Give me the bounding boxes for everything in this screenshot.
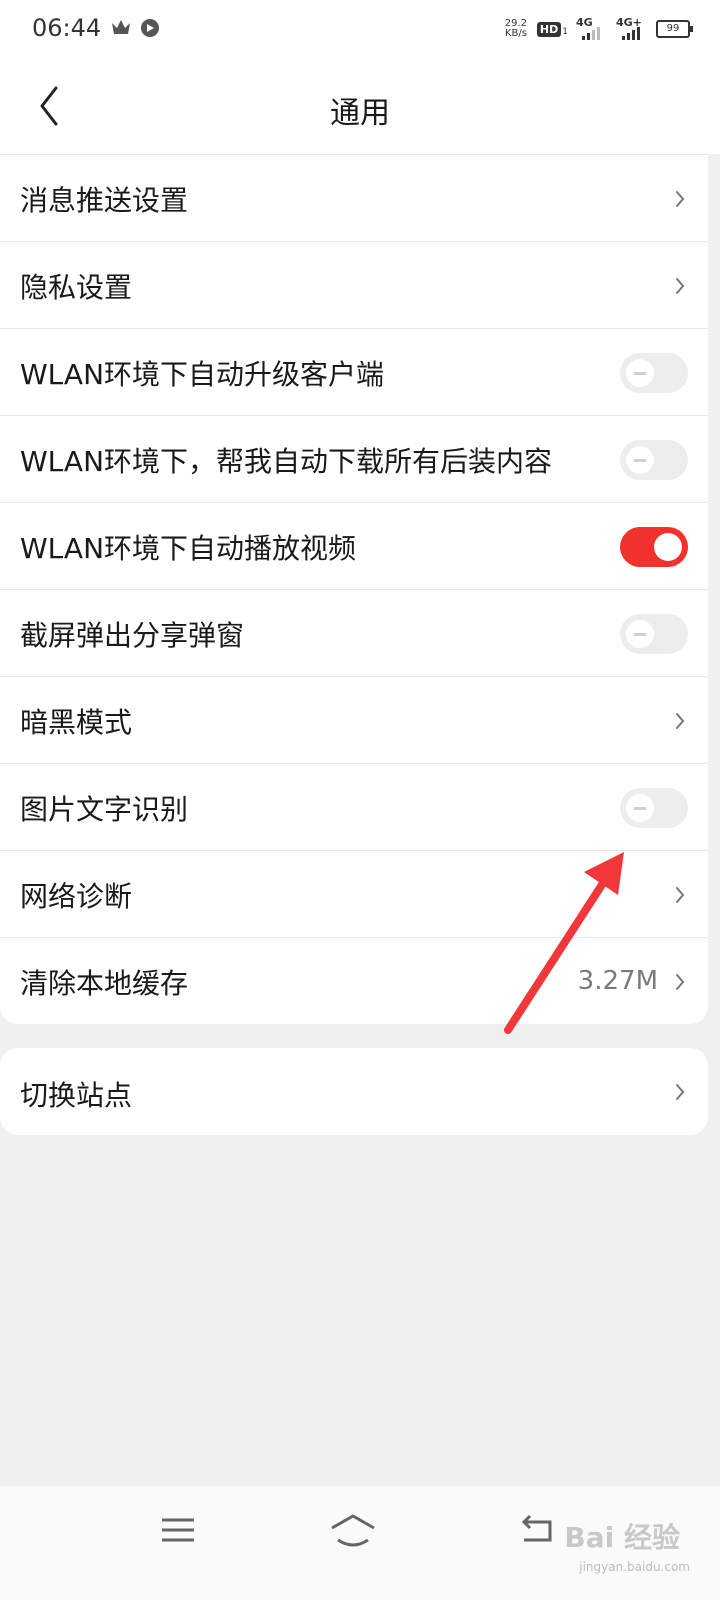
- toggle-knob: [626, 359, 654, 387]
- wlan-auto-upgrade-toggle[interactable]: [620, 353, 688, 393]
- setting-label: 网络诊断: [20, 880, 133, 913]
- chevron-right-icon: [676, 1084, 685, 1100]
- status-right-group: 29.2 KB/s HD 1 4G 4G+ 99: [503, 14, 693, 44]
- image-text-recognition-toggle[interactable]: [620, 788, 688, 828]
- setting-network-diagnosis[interactable]: 网络诊断: [0, 850, 708, 937]
- setting-wlan-autoplay-video: WLAN环境下自动播放视频: [0, 502, 708, 589]
- hd-badge: HD: [536, 21, 562, 37]
- toggle-knob: [626, 794, 654, 822]
- watermark-logo: Bai 经验: [564, 1521, 680, 1554]
- setting-wlan-auto-upgrade: WLAN环境下自动升级客户端: [0, 328, 708, 415]
- setting-switch-site[interactable]: 切换站点: [0, 1048, 708, 1135]
- setting-label: 暗黑模式: [20, 706, 133, 739]
- wlan-auto-download-toggle[interactable]: [620, 440, 688, 480]
- network-speed: 29.2 KB/s: [503, 19, 529, 39]
- screenshot-share-toggle[interactable]: [620, 614, 688, 654]
- network-speed-unit: KB/s: [504, 28, 527, 39]
- signal-sim2: 4G+: [616, 16, 648, 42]
- watermark-url: jingyan.baidu.com: [579, 1560, 690, 1574]
- signal-bars-icon: [622, 27, 640, 40]
- hd-indicator: HD 1: [536, 21, 568, 37]
- menu-icon[interactable]: [158, 1512, 198, 1548]
- chevron-right-icon: [676, 887, 685, 903]
- setting-clear-cache[interactable]: 清除本地缓存 3.27M: [0, 937, 708, 1024]
- signal-sim1: 4G: [576, 16, 608, 42]
- battery-icon: 99: [656, 20, 693, 38]
- app-notification-icon: [141, 19, 159, 37]
- settings-list: 消息推送设置 隐私设置 WLAN环境下自动升级客户端 WLAN环境下，帮我自动下…: [0, 154, 708, 1024]
- setting-image-text-recognition: 图片文字识别: [0, 763, 708, 850]
- chevron-right-icon: [676, 974, 685, 990]
- status-bar: 06:44 29.2 KB/s HD 1 4G 4G+ 99: [0, 0, 720, 58]
- setting-label: WLAN环境下，帮我自动下载所有后装内容: [20, 445, 553, 478]
- setting-label: 清除本地缓存: [20, 967, 189, 1000]
- setting-label: 消息推送设置: [20, 184, 189, 217]
- setting-label: WLAN环境下自动升级客户端: [20, 358, 385, 391]
- signal-bars-icon: [582, 27, 600, 40]
- back-nav-icon[interactable]: [516, 1510, 560, 1550]
- cache-size-value: 3.27M: [577, 966, 658, 996]
- status-time: 06:44: [32, 14, 102, 42]
- setting-label: 切换站点: [20, 1079, 133, 1112]
- setting-label: 隐私设置: [20, 271, 133, 304]
- toggle-knob: [626, 446, 654, 474]
- chevron-right-icon: [676, 191, 685, 207]
- hd-sim-number: 1: [562, 26, 568, 37]
- setting-label: WLAN环境下自动播放视频: [20, 532, 357, 565]
- chevron-right-icon: [676, 278, 685, 294]
- setting-label: 图片文字识别: [20, 793, 189, 826]
- wlan-autoplay-video-toggle[interactable]: [620, 527, 688, 567]
- setting-dark-mode[interactable]: 暗黑模式: [0, 676, 708, 763]
- header: 通用: [0, 58, 720, 154]
- toggle-knob: [626, 620, 654, 648]
- setting-label: 截屏弹出分享弹窗: [20, 619, 245, 652]
- switch-site-card: 切换站点: [0, 1048, 708, 1135]
- home-icon[interactable]: [328, 1510, 378, 1550]
- setting-push-notifications[interactable]: 消息推送设置: [0, 154, 708, 241]
- setting-privacy[interactable]: 隐私设置: [0, 241, 708, 328]
- toggle-knob: [654, 533, 682, 561]
- page-title: 通用: [330, 96, 390, 131]
- crown-icon: [112, 20, 130, 34]
- setting-wlan-auto-download: WLAN环境下，帮我自动下载所有后装内容: [0, 415, 708, 502]
- chevron-right-icon: [676, 713, 685, 729]
- setting-screenshot-share: 截屏弹出分享弹窗: [0, 589, 708, 676]
